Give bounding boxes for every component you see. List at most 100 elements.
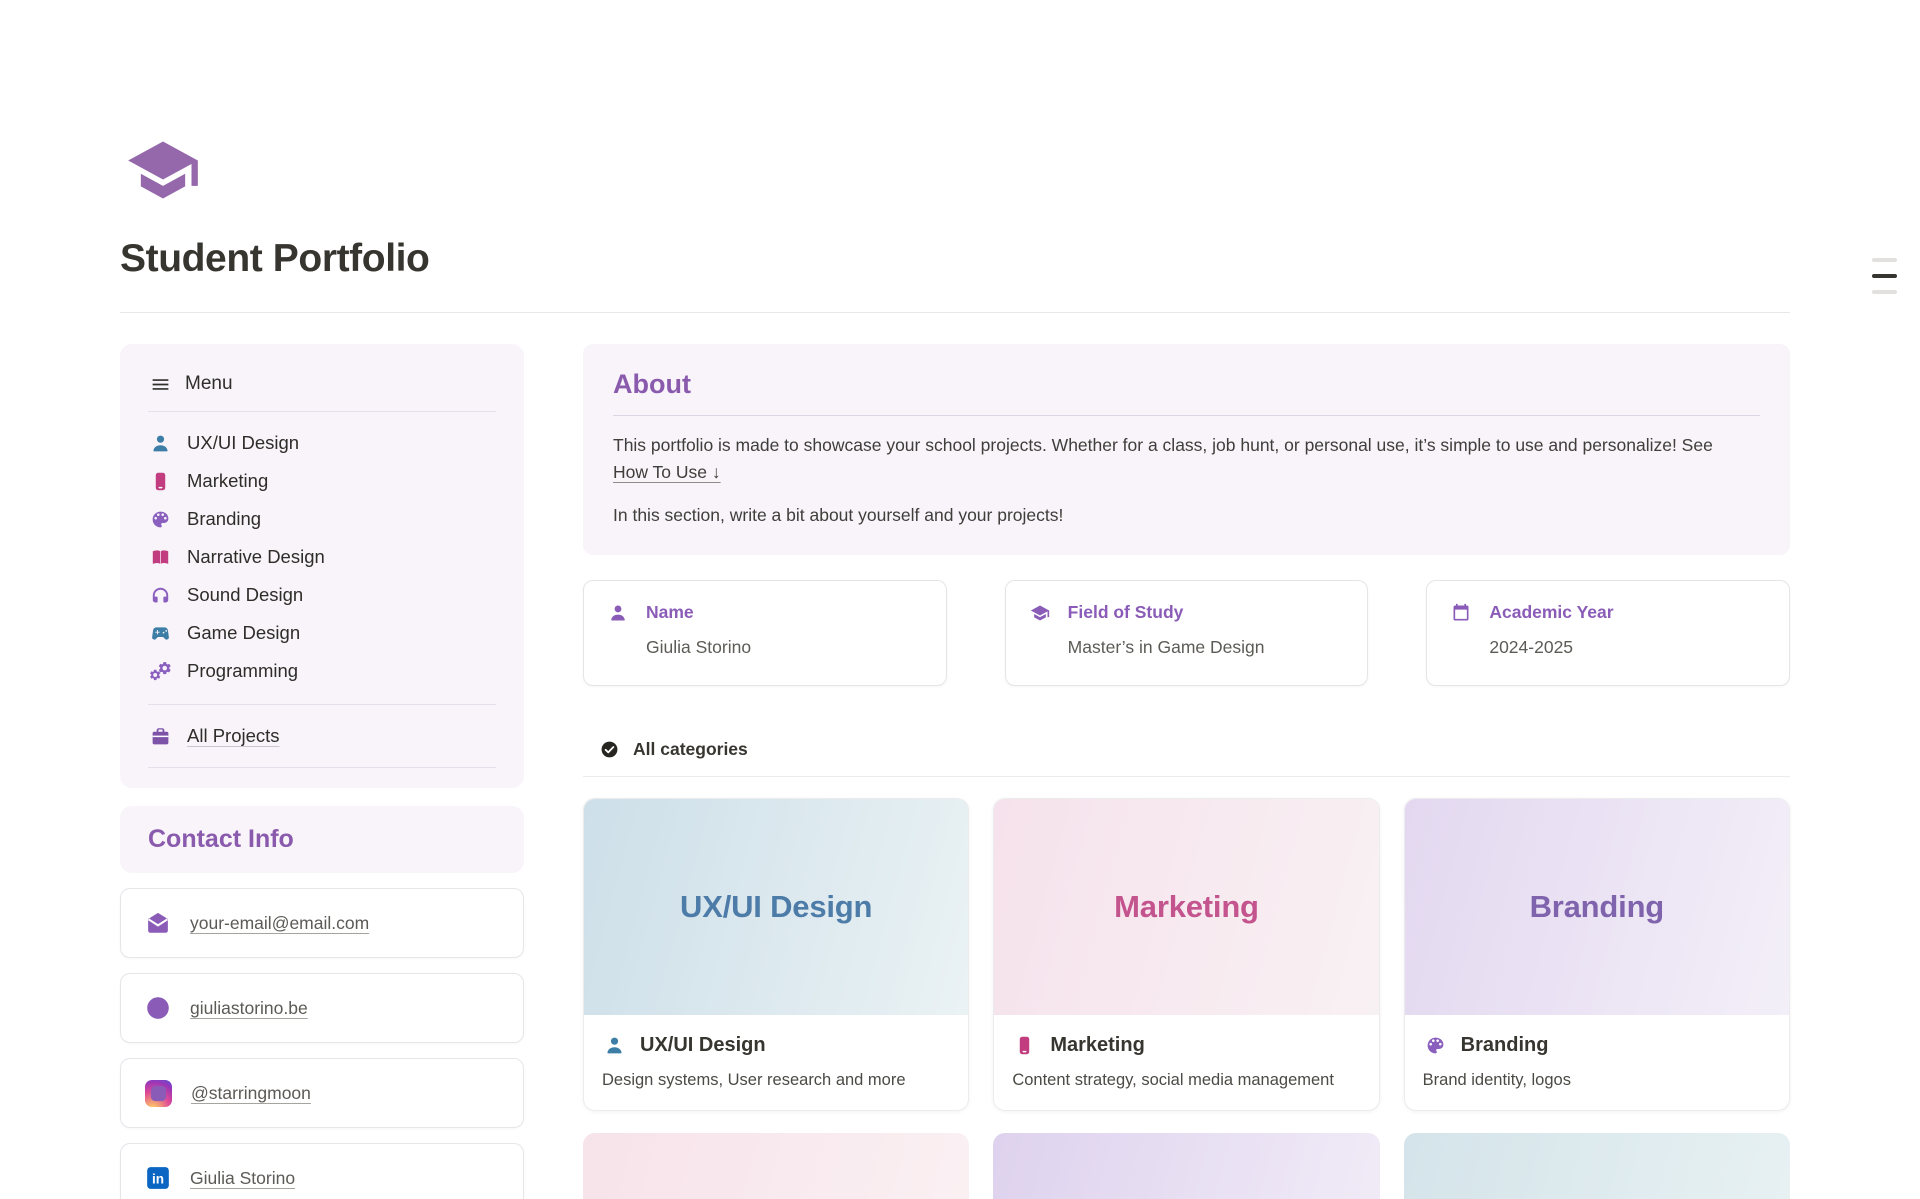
menu-divider	[148, 704, 496, 705]
linkedin-icon: in	[145, 1165, 171, 1191]
sidebar-item-label: Sound Design	[187, 584, 303, 606]
sidebar-item-label: Narrative Design	[187, 546, 325, 568]
info-card-value: 2024-2025	[1489, 637, 1765, 658]
about-paragraph-1: This portfolio is made to showcase your …	[613, 432, 1733, 486]
palette-icon	[1425, 1035, 1446, 1056]
sidebar-item-branding[interactable]: Branding	[148, 500, 496, 538]
about-paragraph-1-text: This portfolio is made to showcase your …	[613, 435, 1713, 455]
contact-info-heading: Contact Info	[148, 825, 496, 854]
info-card-label: Field of Study	[1068, 602, 1184, 623]
about-heading: About	[613, 369, 1760, 400]
category-grid-row-2	[583, 1133, 1790, 1199]
headphones-icon	[150, 585, 171, 606]
info-card-label: Name	[646, 602, 694, 623]
info-card-label: Academic Year	[1489, 602, 1613, 623]
page-title: Student Portfolio	[120, 237, 1790, 281]
category-title: UX/UI Design	[640, 1034, 766, 1057]
category-card-uxui-design[interactable]: UX/UI Design UX/UI Design Design systems…	[583, 798, 969, 1111]
outline-line	[1872, 290, 1897, 294]
menu-panel: Menu UX/UI Design Marketing Branding	[120, 344, 524, 788]
contact-link-email[interactable]: your-email@email.com	[120, 888, 524, 958]
sidebar-item-marketing[interactable]: Marketing	[148, 462, 496, 500]
contact-link-linkedin[interactable]: in Giulia Storino	[120, 1143, 524, 1199]
person-icon	[150, 433, 171, 454]
sidebar-item-narrative-design[interactable]: Narrative Design	[148, 538, 496, 576]
about-divider	[613, 415, 1760, 416]
category-banner: Branding	[1405, 799, 1789, 1015]
category-card-footer: UX/UI Design Design systems, User resear…	[584, 1015, 968, 1110]
sidebar-item-label: UX/UI Design	[187, 432, 299, 454]
outline-line-active	[1872, 274, 1897, 278]
book-open-icon	[150, 547, 171, 568]
gamepad-icon	[150, 623, 171, 644]
category-card-footer: Branding Brand identity, logos	[1405, 1015, 1789, 1110]
info-card-value: Giulia Storino	[646, 637, 922, 658]
outline-line	[1872, 258, 1897, 262]
category-banner-title: Marketing	[1114, 889, 1259, 925]
sidebar-item-label: Marketing	[187, 470, 268, 492]
contact-info-panel: Contact Info	[120, 806, 524, 873]
category-banner: Marketing	[994, 799, 1378, 1015]
globe-icon	[145, 995, 171, 1021]
instagram-icon	[145, 1080, 172, 1107]
sidebar-item-label: Programming	[187, 660, 298, 682]
person-icon	[604, 1035, 625, 1056]
filter-label: All categories	[633, 739, 748, 760]
category-card-partial[interactable]	[1404, 1133, 1790, 1199]
about-paragraph-2: In this section, write a bit about yours…	[613, 502, 1733, 529]
briefcase-icon	[150, 726, 171, 747]
category-title: Marketing	[1050, 1034, 1144, 1057]
info-card-field-of-study: Field of Study Master’s in Game Design	[1005, 580, 1369, 686]
sidebar-item-uxui-design[interactable]: UX/UI Design	[148, 424, 496, 462]
calendar-icon	[1451, 603, 1471, 623]
menu-icon	[150, 374, 171, 395]
contact-link-label: your-email@email.com	[190, 913, 369, 934]
category-description: Design systems, User research and more	[602, 1071, 950, 1090]
category-grid: UX/UI Design UX/UI Design Design systems…	[583, 798, 1790, 1111]
contact-link-label: @starringmoon	[191, 1083, 311, 1104]
sidebar-item-programming[interactable]: Programming	[148, 652, 496, 690]
person-icon	[608, 603, 628, 623]
about-panel: About This portfolio is made to showcase…	[583, 344, 1790, 555]
palette-icon	[150, 509, 171, 530]
category-card-branding[interactable]: Branding Branding Brand identity, logos	[1404, 798, 1790, 1111]
sidebar-item-label: Branding	[187, 508, 261, 530]
page-header: Student Portfolio	[120, 0, 1790, 313]
category-card-partial[interactable]	[583, 1133, 969, 1199]
sidebar: Menu UX/UI Design Marketing Branding	[120, 344, 524, 1199]
info-card-academic-year: Academic Year 2024-2025	[1426, 580, 1790, 686]
info-cards-row: Name Giulia Storino Field of Study Maste…	[583, 580, 1790, 686]
info-card-name: Name Giulia Storino	[583, 580, 947, 686]
contact-link-label: Giulia Storino	[190, 1168, 295, 1189]
mail-open-icon	[145, 910, 171, 936]
category-banner-title: UX/UI Design	[680, 889, 872, 925]
category-card-marketing[interactable]: Marketing Marketing Content strategy, so…	[993, 798, 1379, 1111]
contact-link-label: giuliastorino.be	[190, 998, 308, 1019]
contact-link-instagram[interactable]: @starringmoon	[120, 1058, 524, 1128]
sidebar-item-all-projects[interactable]: All Projects	[148, 717, 496, 755]
category-description: Brand identity, logos	[1423, 1071, 1771, 1090]
contact-link-website[interactable]: giuliastorino.be	[120, 973, 524, 1043]
sidebar-item-sound-design[interactable]: Sound Design	[148, 576, 496, 614]
main-content: About This portfolio is made to showcase…	[583, 344, 1790, 1199]
sidebar-item-label: All Projects	[187, 725, 280, 747]
category-filter-bar[interactable]: All categories	[583, 723, 1790, 777]
check-circle-icon	[600, 740, 619, 759]
menu-header[interactable]: Menu	[148, 369, 496, 411]
sidebar-item-game-design[interactable]: Game Design	[148, 614, 496, 652]
info-card-value: Master’s in Game Design	[1068, 637, 1344, 658]
page-outline-indicator[interactable]	[1872, 258, 1897, 294]
svg-text:in: in	[152, 1171, 164, 1186]
graduation-cap-icon	[122, 132, 204, 208]
category-banner-title: Branding	[1530, 889, 1664, 925]
header-divider	[120, 312, 1790, 313]
how-to-use-link[interactable]: How To Use ↓	[613, 462, 721, 482]
gears-icon	[150, 661, 171, 682]
menu-header-label: Menu	[185, 373, 233, 395]
student-portfolio-page: Student Portfolio Menu UX/UI Design	[0, 0, 1920, 1199]
category-card-footer: Marketing Content strategy, social media…	[994, 1015, 1378, 1110]
category-card-partial[interactable]	[993, 1133, 1379, 1199]
phone-icon	[150, 471, 171, 492]
category-banner: UX/UI Design	[584, 799, 968, 1015]
sidebar-item-label: Game Design	[187, 622, 300, 644]
